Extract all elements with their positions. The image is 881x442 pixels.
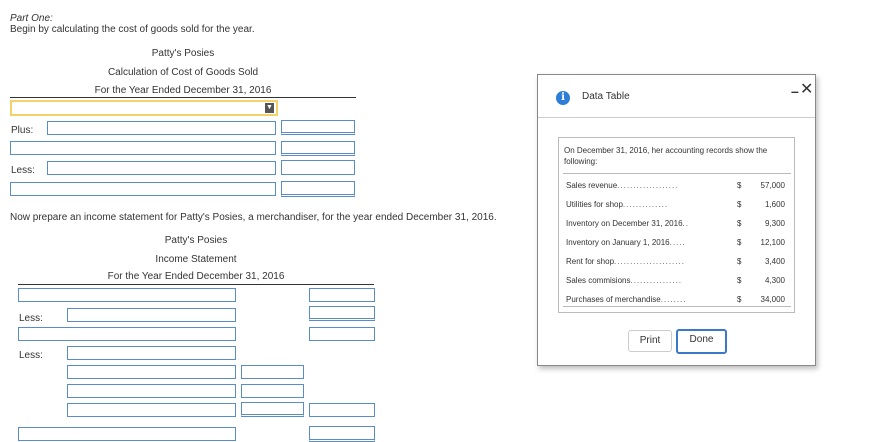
cogs-line-amount-input[interactable]: [309, 306, 375, 321]
total-expenses-amount-input[interactable]: [309, 403, 375, 417]
subtotal-account-input[interactable]: [10, 141, 276, 155]
cogs-period: For the Year Ended December 31, 2016: [94, 85, 272, 96]
done-button[interactable]: Done: [676, 329, 727, 354]
print-button[interactable]: Print: [628, 330, 672, 352]
sales-amount-input[interactable]: [309, 288, 375, 302]
income-less-label-1: Less:: [19, 313, 43, 324]
plus-account-input[interactable]: [47, 121, 276, 135]
expense-2-account-input[interactable]: [67, 384, 236, 398]
data-row-value-4: 3,400: [764, 257, 785, 266]
income-heading-rule: [18, 284, 374, 285]
plus-amount-input[interactable]: [281, 120, 355, 135]
table-bottom-rule: [563, 306, 791, 307]
data-row-label-0: Sales revenue...................: [566, 181, 679, 190]
expense-3-account-input[interactable]: [67, 403, 236, 417]
heading-rule: [10, 97, 356, 98]
cogs-total-account-input[interactable]: [10, 182, 276, 196]
data-row-label-3: Inventory on January 1, 2016.....: [566, 238, 686, 247]
cogs-line-account-input[interactable]: [67, 308, 236, 322]
expense-3-amount-input[interactable]: [241, 402, 304, 417]
cogs-total-amount-input[interactable]: [281, 181, 355, 197]
data-row-value-2: 9,300: [764, 219, 785, 228]
intro-divider: [563, 173, 791, 174]
data-table-dialog: i Data Table – ✕ On December 31, 2016, h…: [537, 74, 816, 366]
data-intro: On December 31, 2016, her accounting rec…: [564, 146, 768, 166]
part-instruction: Begin by calculating the cost of goods s…: [10, 24, 255, 35]
less-account-input[interactable]: [47, 161, 276, 175]
data-row-value-3: 12,100: [760, 238, 785, 247]
income-instruction: Now prepare an income statement for Patt…: [10, 212, 497, 223]
data-row-value-6: 34,000: [760, 295, 785, 304]
cogs-company: Patty's Posies: [151, 48, 215, 59]
data-row-currency-3: $: [737, 238, 742, 247]
gross-profit-account-input[interactable]: [18, 327, 236, 341]
data-row-currency-1: $: [737, 200, 742, 209]
data-row-value-0: 57,000: [760, 181, 785, 190]
expense-2-amount-input[interactable]: [241, 384, 304, 398]
gross-profit-amount-input[interactable]: [309, 327, 375, 341]
cogs-select[interactable]: ▼: [10, 100, 278, 116]
dialog-header: i Data Table – ✕: [538, 75, 815, 118]
expense-1-account-input[interactable]: [67, 365, 236, 379]
data-row-label-1: Utilities for shop..............: [566, 200, 669, 209]
dialog-title: Data Table: [582, 91, 630, 102]
data-row-label-5: Sales commisions................: [566, 276, 683, 285]
subtotal-amount-input[interactable]: [281, 141, 355, 156]
data-row-label-6: Purchases of merchandise........: [566, 295, 687, 304]
data-table: On December 31, 2016, her accounting rec…: [558, 137, 795, 313]
less-amount-input[interactable]: [281, 160, 355, 175]
income-period: For the Year Ended December 31, 2016: [107, 271, 285, 282]
sales-account-input[interactable]: [18, 288, 236, 302]
less-label: Less:: [11, 165, 35, 176]
data-row-currency-2: $: [737, 219, 742, 228]
data-row-currency-6: $: [737, 295, 742, 304]
data-row-currency-4: $: [737, 257, 742, 266]
chevron-down-icon[interactable]: ▼: [265, 103, 274, 113]
plus-label: Plus:: [11, 125, 34, 136]
expenses-header-input[interactable]: [67, 346, 236, 360]
data-row-value-1: 1,600: [764, 200, 785, 209]
income-statement-title: Income Statement: [155, 254, 237, 265]
close-icon[interactable]: ✕: [800, 79, 813, 99]
data-row-label-4: Rent for shop......................: [566, 257, 685, 266]
income-company: Patty's Posies: [164, 235, 228, 246]
net-income-account-input[interactable]: [18, 427, 236, 441]
part-title: Part One:: [10, 13, 53, 24]
data-row-value-5: 4,300: [764, 276, 785, 285]
data-row-currency-5: $: [737, 276, 742, 285]
expense-1-amount-input[interactable]: [241, 365, 304, 379]
data-row-currency-0: $: [737, 181, 742, 190]
cogs-statement-title: Calculation of Cost of Goods Sold: [107, 67, 259, 78]
info-icon: i: [556, 91, 570, 105]
minimize-button[interactable]: –: [791, 83, 799, 99]
income-less-label-2: Less:: [19, 350, 43, 361]
data-row-label-2: Inventory on December 31, 2016..: [566, 219, 689, 228]
